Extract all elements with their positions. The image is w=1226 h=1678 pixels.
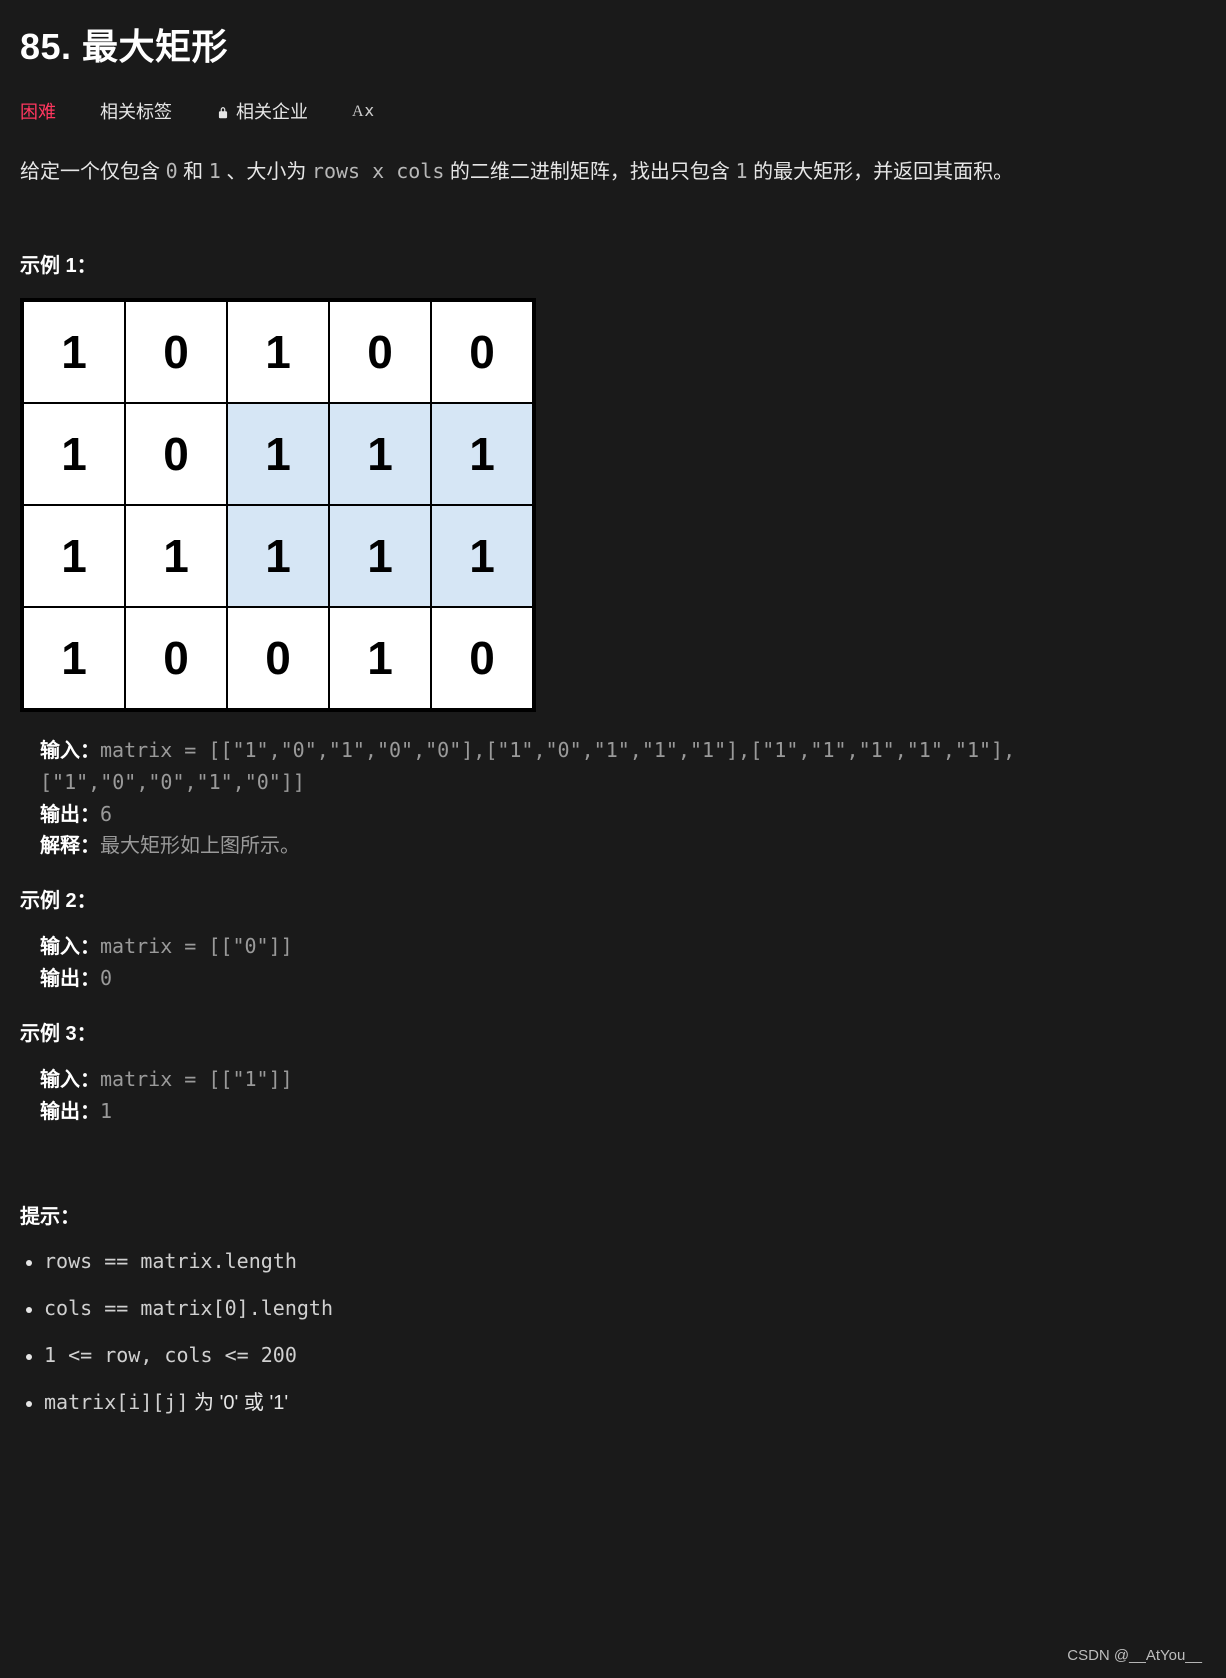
hint-item: 1 <= row, cols <= 200 — [44, 1341, 1206, 1370]
matrix-cell: 1 — [431, 505, 533, 607]
matrix-cell: 1 — [329, 607, 431, 709]
hints-heading: 提示： — [20, 1200, 1206, 1229]
lock-icon — [216, 104, 230, 118]
output-label: 输出： — [40, 804, 100, 826]
related-companies-link[interactable]: 相关企业 — [216, 98, 308, 124]
difficulty-badge[interactable]: 困难 — [20, 98, 56, 124]
related-tags-link[interactable]: 相关标签 — [100, 98, 172, 124]
related-companies-label: 相关企业 — [236, 98, 308, 124]
matrix-cell: 0 — [125, 403, 227, 505]
hint-code: 1 <= row, cols <= 200 — [44, 1343, 297, 1367]
matrix-cell: 0 — [125, 607, 227, 709]
example1-io: 输入：matrix = [["1","0","1","0","0"],["1",… — [20, 735, 1206, 862]
watermark: CSDN @__AtYou__ — [1067, 1647, 1202, 1664]
explain-value: 最大矩形如上图所示。 — [100, 835, 300, 857]
output-label: 输出： — [40, 1101, 100, 1123]
problem-description: 给定一个仅包含 0 和 1 、大小为 rows x cols 的二维二进制矩阵，… — [20, 154, 1206, 189]
matrix-cell: 0 — [431, 607, 533, 709]
matrix-cell: 0 — [329, 301, 431, 403]
matrix-cell: 0 — [227, 607, 329, 709]
desc-code: 1 — [735, 159, 747, 183]
desc-text: 、大小为 — [221, 161, 312, 183]
example1-heading: 示例 1： — [20, 249, 1206, 278]
example1-matrix: 10100101111111110010 — [20, 298, 536, 712]
example2-heading: 示例 2： — [20, 884, 1206, 913]
desc-code: 0 — [166, 159, 178, 183]
matrix-cell: 1 — [23, 403, 125, 505]
input-label: 输入： — [40, 1069, 100, 1091]
matrix-cell: 1 — [329, 505, 431, 607]
input-label: 输入： — [40, 936, 100, 958]
matrix-cell: 1 — [329, 403, 431, 505]
matrix-cell: 1 — [23, 301, 125, 403]
hint-item: cols == matrix[0].length — [44, 1294, 1206, 1323]
explain-label: 解释： — [40, 835, 100, 857]
matrix-cell: 1 — [23, 607, 125, 709]
page-root: 85. 最大矩形 困难 相关标签 相关企业 A𝗑 给定一个仅包含 0 和 1 、… — [0, 0, 1226, 1678]
matrix-cell: 1 — [227, 403, 329, 505]
desc-text: 的二维二进制矩阵，找出只包含 — [444, 161, 735, 183]
example3-heading: 示例 3： — [20, 1017, 1206, 1046]
desc-code: rows x cols — [312, 159, 444, 183]
matrix-cell: 1 — [23, 505, 125, 607]
desc-text: 给定一个仅包含 — [20, 161, 166, 183]
desc-text: 的最大矩形，并返回其面积。 — [748, 161, 1014, 183]
example3-io: 输入：matrix = [["1"]] 输出：1 — [20, 1064, 1206, 1128]
matrix-cell: 1 — [227, 505, 329, 607]
output-label: 输出： — [40, 968, 100, 990]
example2-io: 输入：matrix = [["0"]] 输出：0 — [20, 931, 1206, 995]
input-value: matrix = [["0"]] — [100, 934, 293, 958]
input-label: 输入： — [40, 740, 100, 762]
problem-title: 85. 最大矩形 — [20, 18, 1206, 70]
hint-code: rows == matrix.length — [44, 1249, 297, 1273]
matrix-cell: 1 — [227, 301, 329, 403]
output-value: 6 — [100, 802, 112, 826]
desc-text: 和 — [178, 161, 209, 183]
output-value: 1 — [100, 1099, 112, 1123]
hint-code: matrix[i][j] — [44, 1390, 189, 1414]
matrix-cell: 1 — [431, 403, 533, 505]
matrix-cell: 0 — [125, 301, 227, 403]
input-value: matrix = [["1","0","1","0","0"],["1","0"… — [40, 738, 1015, 794]
hint-code: cols == matrix[0].length — [44, 1296, 333, 1320]
hint-item: matrix[i][j] 为 '0' 或 '1' — [44, 1388, 1206, 1417]
hints-list: rows == matrix.length cols == matrix[0].l… — [20, 1247, 1206, 1417]
hint-text: 为 '0' 或 '1' — [189, 1392, 289, 1414]
matrix-cell: 1 — [125, 505, 227, 607]
desc-code: 1 — [209, 159, 221, 183]
matrix-cell: 0 — [431, 301, 533, 403]
meta-row: 困难 相关标签 相关企业 A𝗑 — [20, 98, 1206, 124]
font-size-icon[interactable]: A𝗑 — [352, 101, 375, 121]
output-value: 0 — [100, 966, 112, 990]
input-value: matrix = [["1"]] — [100, 1067, 293, 1091]
hint-item: rows == matrix.length — [44, 1247, 1206, 1276]
